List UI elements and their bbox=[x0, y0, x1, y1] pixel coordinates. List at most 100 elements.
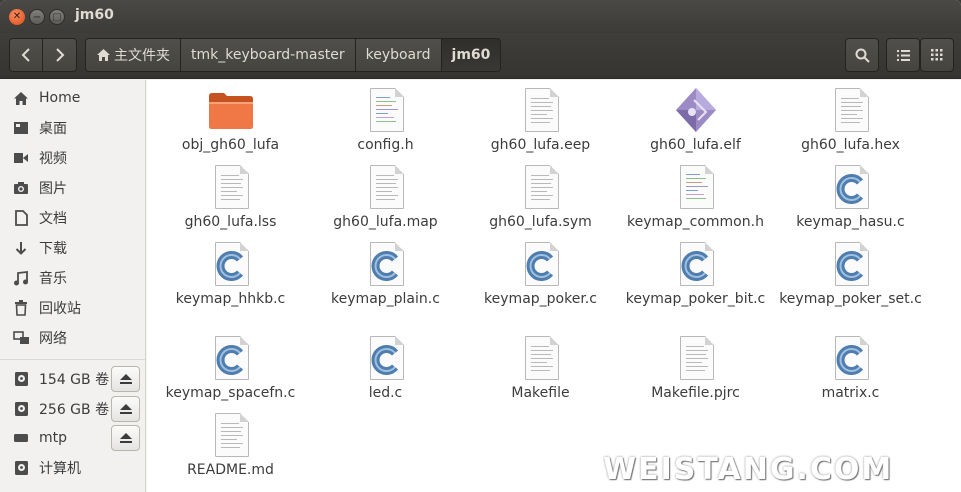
sidebar-item-label: 下载 bbox=[39, 241, 67, 257]
title-bar: ✕ − □ jm60 bbox=[0, 0, 961, 33]
eject-icon bbox=[119, 433, 132, 443]
text-file-icon bbox=[207, 163, 255, 211]
breadcrumb-home[interactable]: 主文件夹 bbox=[86, 39, 181, 71]
sidebar-item-music[interactable]: 音乐 bbox=[0, 264, 145, 292]
file-item[interactable]: gh60_lufa.sym bbox=[463, 163, 618, 231]
c-source-icon bbox=[362, 334, 410, 382]
header-file-icon bbox=[672, 163, 720, 211]
search-icon bbox=[855, 48, 870, 63]
file-item[interactable]: keymap_hasu.c bbox=[773, 163, 928, 231]
file-item[interactable]: gh60_lufa.lss bbox=[153, 163, 308, 231]
sidebar-item-network[interactable]: 网络 bbox=[0, 324, 145, 352]
file-name: led.c bbox=[368, 385, 403, 401]
file-item[interactable]: Makefile bbox=[463, 334, 618, 402]
window-title: jm60 bbox=[75, 7, 114, 23]
file-item[interactable]: gh60_lufa.eep bbox=[463, 86, 618, 154]
sidebar-item-downloads[interactable]: 下载 bbox=[0, 234, 145, 262]
file-item[interactable]: keymap_plain.c bbox=[308, 240, 463, 308]
grid-view-button[interactable] bbox=[920, 38, 954, 72]
breadcrumb-current[interactable]: jm60 bbox=[441, 39, 501, 71]
file-name: keymap_common.h bbox=[627, 214, 764, 230]
eject-icon bbox=[119, 404, 132, 414]
file-name: keymap_poker_set.c bbox=[779, 291, 922, 307]
search-button[interactable] bbox=[845, 38, 879, 72]
file-item[interactable]: keymap_poker_set.c bbox=[773, 240, 928, 308]
sidebar-item-label: 计算机 bbox=[39, 461, 81, 477]
file-item[interactable]: config.h bbox=[308, 86, 463, 154]
document-icon bbox=[12, 210, 30, 226]
file-item[interactable]: README.md bbox=[153, 411, 308, 479]
file-item[interactable]: Makefile.pjrc bbox=[618, 334, 773, 402]
file-name: gh60_lufa.eep bbox=[490, 137, 591, 153]
sidebar-item-desktop[interactable]: 桌面 bbox=[0, 114, 145, 142]
file-name: gh60_lufa.lss bbox=[184, 214, 277, 230]
home-icon bbox=[97, 49, 110, 61]
file-name: matrix.c bbox=[821, 385, 880, 401]
grid-view-icon bbox=[931, 49, 943, 61]
chevron-left-icon bbox=[21, 48, 30, 62]
file-name: gh60_lufa.elf bbox=[650, 137, 741, 153]
file-name: keymap_spacefn.c bbox=[165, 385, 296, 401]
chevron-right-icon bbox=[55, 48, 64, 62]
sidebar-item-computer[interactable]: 计算机 bbox=[0, 454, 145, 482]
file-item[interactable]: gh60_lufa.elf bbox=[618, 86, 773, 154]
c-source-icon bbox=[672, 240, 720, 288]
folder-icon bbox=[207, 86, 255, 134]
c-source-icon bbox=[207, 240, 255, 288]
computer-icon bbox=[12, 460, 30, 476]
text-file-icon bbox=[207, 411, 255, 459]
forward-button[interactable] bbox=[43, 39, 76, 71]
c-source-icon bbox=[827, 163, 875, 211]
file-item[interactable]: keymap_poker_bit.c bbox=[618, 240, 773, 308]
sidebar-item-home[interactable]: Home bbox=[0, 84, 145, 112]
breadcrumb-item[interactable]: keyboard bbox=[355, 39, 442, 71]
file-name: gh60_lufa.map bbox=[333, 214, 438, 230]
c-source-icon bbox=[362, 240, 410, 288]
file-name: Makefile bbox=[511, 385, 570, 401]
c-source-icon bbox=[827, 334, 875, 382]
file-item[interactable]: keymap_spacefn.c bbox=[153, 334, 308, 402]
sidebar-item-video[interactable]: 视频 bbox=[0, 144, 145, 172]
list-view-icon bbox=[896, 49, 910, 61]
watermark: WEISTANG.COM bbox=[603, 452, 894, 487]
file-name: keymap_poker.c bbox=[484, 291, 597, 307]
c-source-icon bbox=[517, 240, 565, 288]
minimize-window-button[interactable]: − bbox=[29, 9, 45, 25]
phone-icon bbox=[12, 430, 30, 446]
file-grid: obj_gh60_lufa config.h gh60_lufa.eep gh6… bbox=[147, 80, 961, 492]
sidebar-item-label: 图片 bbox=[39, 181, 67, 197]
video-icon bbox=[12, 150, 30, 166]
file-name: Makefile.pjrc bbox=[651, 385, 740, 401]
sidebar-item-label: 音乐 bbox=[39, 271, 67, 287]
sidebar-item-label: 网络 bbox=[39, 331, 67, 347]
text-file-icon bbox=[827, 86, 875, 134]
close-window-button[interactable]: ✕ bbox=[9, 9, 25, 25]
desktop-icon bbox=[12, 120, 30, 136]
sidebar-item-trash[interactable]: 回收站 bbox=[0, 294, 145, 322]
file-item[interactable]: keymap_poker.c bbox=[463, 240, 618, 308]
sidebar-item-documents[interactable]: 文档 bbox=[0, 204, 145, 232]
file-name: keymap_poker_bit.c bbox=[625, 291, 766, 307]
file-item[interactable]: matrix.c bbox=[773, 334, 928, 402]
file-name: keymap_hhkb.c bbox=[175, 291, 286, 307]
eject-button[interactable] bbox=[111, 366, 140, 392]
file-name: keymap_plain.c bbox=[331, 291, 440, 307]
file-item[interactable]: keymap_hhkb.c bbox=[153, 240, 308, 308]
list-view-button[interactable] bbox=[886, 38, 920, 72]
file-item[interactable]: obj_gh60_lufa bbox=[153, 86, 308, 154]
eject-icon bbox=[119, 374, 132, 384]
file-item[interactable]: gh60_lufa.map bbox=[308, 163, 463, 231]
file-item[interactable]: led.c bbox=[308, 334, 463, 402]
file-manager-window: ✕ − □ jm60 主文件夹 tmk_keyboard-master keyb… bbox=[0, 0, 961, 492]
text-file-icon bbox=[517, 86, 565, 134]
sidebar-separator bbox=[0, 359, 145, 360]
file-item[interactable]: gh60_lufa.hex bbox=[773, 86, 928, 154]
maximize-window-button[interactable]: □ bbox=[49, 9, 65, 25]
breadcrumb-item[interactable]: tmk_keyboard-master bbox=[181, 39, 356, 71]
eject-button[interactable] bbox=[111, 425, 140, 451]
sidebar-item-pictures[interactable]: 图片 bbox=[0, 174, 145, 202]
trash-icon bbox=[12, 300, 30, 316]
eject-button[interactable] bbox=[111, 396, 140, 422]
file-item[interactable]: keymap_common.h bbox=[618, 163, 773, 231]
back-button[interactable] bbox=[10, 39, 43, 71]
